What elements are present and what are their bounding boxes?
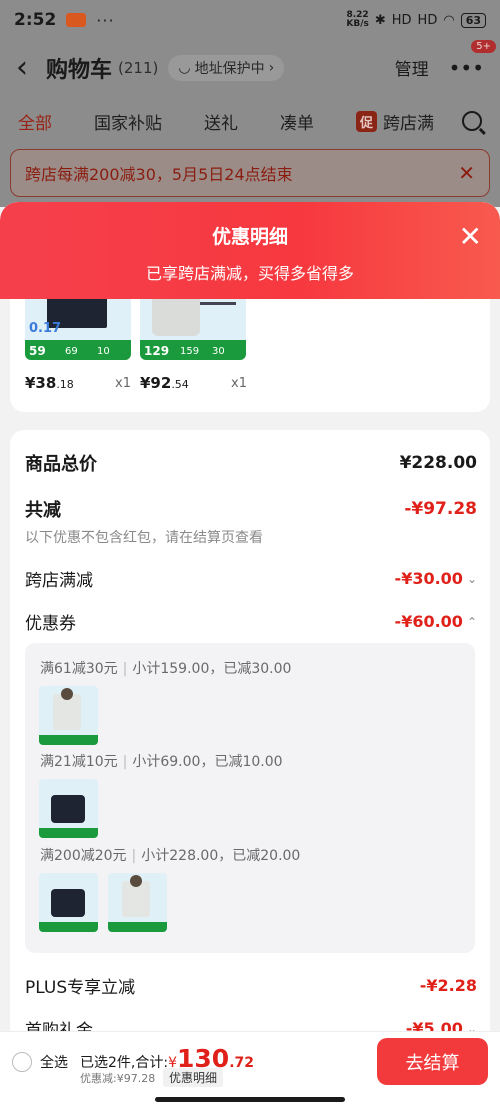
tab-gift[interactable]: 送礼 <box>204 109 238 134</box>
protect-icon: ◡ <box>178 59 191 76</box>
coupon-product-thumbnail[interactable] <box>39 686 98 745</box>
coupon-product-thumbnail[interactable] <box>39 779 98 838</box>
chevron-down-icon: ⌄ <box>466 571 477 586</box>
coupon-line: 满21减10元 | 小计69.00，已减10.00 <box>40 754 283 770</box>
checkout-button[interactable]: 去结算 <box>377 1038 488 1085</box>
message-badge: 5+ <box>471 39 496 53</box>
price-detail-card: 商品总价 ¥228.00 共减 -¥97.28 以下优惠不包含红包，请在结算页查… <box>10 430 490 1111</box>
battery-indicator: 63 <box>460 12 486 28</box>
coupon-product-thumbnail[interactable] <box>108 873 167 932</box>
page-title: 购物车 <box>46 57 113 83</box>
manage-button[interactable]: 管理 <box>395 55 429 80</box>
coupon-value: -¥60.00 <box>394 612 463 631</box>
product-price: ¥38.18 <box>25 374 74 392</box>
cart-header: ‹ 购物车 (211) ◡ 地址保护中 › 管理 ••• 5+ <box>0 39 500 95</box>
back-icon[interactable]: ‹ <box>16 50 44 85</box>
sheet-header: 优惠明细 已享跨店满减，买得多省得多 ✕ <box>0 202 500 299</box>
signal-icon-2: HD <box>417 12 438 28</box>
home-indicator[interactable] <box>155 1097 345 1102</box>
more-icon: ••• <box>448 55 484 80</box>
more-menu-button[interactable]: ••• 5+ <box>448 39 496 80</box>
chevron-right-icon: › <box>268 59 275 76</box>
promo-tag-icon: 促 <box>356 110 378 132</box>
address-label: 地址保护中 <box>194 60 265 77</box>
notice-text: 跨店每满200减30，5月5日24点结束 <box>25 165 293 184</box>
plus-discount-label: PLUS专享立减 <box>25 978 136 998</box>
total-reduce-row: 共减 -¥97.28 <box>25 496 477 522</box>
discount-detail-button[interactable]: 优惠明细 <box>163 1068 224 1087</box>
sheet-subtitle: 已享跨店满减，买得多省得多 <box>145 264 354 283</box>
coupon-product-thumbnail[interactable] <box>39 873 98 932</box>
wifi-icon: ◠ <box>443 12 455 28</box>
promo-tab-label: 跨店满 <box>383 113 435 134</box>
status-right: 8.22 KB/s ✱ HD HD ◠ 63 <box>346 11 486 29</box>
status-bar: 2:52 ··· 8.22 KB/s ✱ HD HD ◠ 63 <box>0 0 500 40</box>
total-decimal: .72 <box>229 1055 254 1071</box>
select-all-label[interactable]: 全选 <box>40 1052 68 1072</box>
select-all-radio[interactable] <box>12 1052 32 1072</box>
tab-cross-store-promo[interactable]: 促 跨店满 <box>356 109 434 134</box>
notice-close-icon[interactable]: ✕ <box>458 161 475 185</box>
product-price: ¥92.54 <box>140 374 189 392</box>
app-notification-icon <box>66 13 87 27</box>
signal-icon-1: HD <box>391 12 412 28</box>
notice-area: 跨店每满200减30，5月5日24点结束 ✕ <box>0 147 500 207</box>
cross-store-row[interactable]: 跨店满减 -¥30.00 ⌄ <box>25 566 477 591</box>
total-price-row: 商品总价 ¥228.00 <box>25 450 477 476</box>
address-protection-button[interactable]: ◡ 地址保护中 › <box>168 54 285 81</box>
plus-discount-row: PLUS专享立减 -¥2.28 <box>25 973 477 998</box>
product-qty: x1 <box>115 376 131 391</box>
chevron-up-icon: ⌃ <box>466 614 477 629</box>
total-reduce-value: -¥97.28 <box>404 499 477 519</box>
discount-summary: 优惠减:¥97.28 <box>80 1072 156 1085</box>
coupon-row[interactable]: 优惠券 -¥60.00 ⌃ <box>25 609 477 634</box>
network-speed: 8.22 KB/s <box>346 10 369 29</box>
cross-store-label: 跨店满减 <box>25 571 93 591</box>
discount-detail-sheet: 0.17 59 69 10 129 159 30 ¥38.18 x1 ¥92.5… <box>0 202 500 1111</box>
coupon-line: 满200减20元 | 小计228.00，已减20.00 <box>40 848 301 864</box>
filter-tabs: 全部 国家补贴 送礼 凑单 促 跨店满 <box>0 95 500 147</box>
tab-add-on[interactable]: 凑单 <box>280 109 314 134</box>
total-price-label: 商品总价 <box>25 454 97 475</box>
total-reduce-label: 共减 <box>25 500 61 521</box>
bluetooth-icon: ✱ <box>374 12 386 28</box>
selected-count-text: 已选2件,合计: <box>80 1055 169 1071</box>
coupon-line: 满61减30元 | 小计159.00，已减30.00 <box>40 661 292 677</box>
status-time: 2:52 <box>14 10 57 30</box>
cart-count: (211) <box>118 58 159 77</box>
coupon-breakdown: 满61减30元 | 小计159.00，已减30.00 满21减10元 | 小计69.00… <box>25 643 475 953</box>
product-feature-value: 0.17 <box>29 321 62 336</box>
tab-all[interactable]: 全部 <box>18 109 52 134</box>
total-price-value: ¥228.00 <box>399 453 477 473</box>
sheet-close-icon[interactable]: ✕ <box>459 220 482 253</box>
coupon-label: 优惠券 <box>25 614 76 634</box>
discount-note: 以下优惠不包含红包，请在结算页查看 <box>25 530 263 546</box>
promo-notice-banner[interactable]: 跨店每满200减30，5月5日24点结束 ✕ <box>10 149 490 197</box>
tab-national-subsidy[interactable]: 国家补贴 <box>94 109 162 134</box>
sheet-title: 优惠明细 <box>211 226 288 248</box>
plus-discount-value: -¥2.28 <box>419 976 477 995</box>
status-more-dots: ··· <box>96 10 115 30</box>
search-icon[interactable] <box>462 111 482 131</box>
product-qty: x1 <box>231 376 247 391</box>
cross-store-value: -¥30.00 <box>394 569 463 588</box>
